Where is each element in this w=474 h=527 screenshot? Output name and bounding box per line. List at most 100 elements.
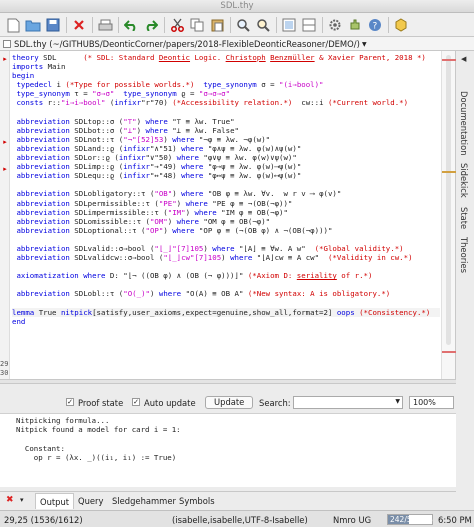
code-token: infixr (123, 143, 150, 153)
code-line[interactable]: abbreviation SDLbot::σ ("⊥") where "⊥ ≡ … (12, 126, 440, 135)
search-input[interactable]: ▼ (293, 396, 403, 409)
isabelle-icon[interactable] (392, 16, 410, 34)
code-line[interactable]: abbreviation SDLvalidcw::σ⇒bool ("⌊_⌋cw"… (12, 253, 440, 262)
tab-symbols[interactable]: Symbols (179, 496, 215, 506)
code-token: abbreviation (12, 171, 70, 181)
code-line[interactable]: abbreviation SDLnot::τ ("¬"[52]53) where… (12, 135, 440, 144)
code-line[interactable]: abbreviation SDLor::ϱ (infixr"∨"50) wher… (12, 153, 440, 162)
help-icon[interactable]: ? (366, 16, 384, 34)
code-line[interactable]: end (12, 317, 440, 326)
code-line[interactable]: abbreviation SDLoptional::τ ("OP") where… (12, 226, 440, 235)
dock-menu-icon[interactable]: ▾ (20, 496, 24, 504)
scrollbar-track[interactable] (446, 55, 451, 345)
code-line[interactable]: theory SDL (* SDL: Standard Deontic Logi… (12, 53, 440, 62)
copy-icon[interactable] (188, 16, 206, 34)
code-token: SDLpermissible::τ ( (69, 198, 159, 208)
code-line[interactable]: abbreviation SDLimp::ϱ (infixr"→"49) whe… (12, 162, 440, 171)
file-selector[interactable]: SDL.thy (~/GITHUBS/DeonticCorner/papers/… (0, 37, 474, 51)
code-token: abbreviation (12, 207, 70, 217)
code-line[interactable]: abbreviation SDLtop::σ ("⊤") where "⊤ ≡ … (12, 117, 440, 126)
code-line[interactable]: begin (12, 71, 440, 80)
print-icon[interactable] (96, 16, 114, 34)
dock-arrow-icon[interactable]: ◀ (461, 55, 466, 63)
code-line[interactable]: typedecl i (*Type for possible worlds.*)… (12, 80, 440, 89)
code-token: (*Type for possible worlds.*) (65, 80, 195, 90)
settings-icon[interactable] (326, 16, 344, 34)
tab-sidekick[interactable]: Sidekick (459, 163, 469, 198)
code-line[interactable] (12, 299, 440, 308)
code-token: Christoph (225, 53, 266, 62)
code-line[interactable]: axiomatization where D: "⌊¬ ((OB φ) ∧ (O… (12, 271, 440, 280)
fullscreen-icon[interactable] (280, 16, 298, 34)
proof-state-checkbox[interactable]: ✓ (66, 398, 74, 406)
close-icon[interactable]: ✖ (6, 495, 14, 505)
code-line[interactable]: imports Main (12, 62, 440, 71)
code-line[interactable] (12, 180, 440, 189)
new-file-icon[interactable] (4, 16, 22, 34)
code-token: imports (12, 62, 44, 72)
code-line[interactable]: abbreviation SDLobligatory::τ ("OB") whe… (12, 189, 440, 198)
tab-sledgehammer[interactable]: Sledgehammer (112, 496, 176, 506)
code-token: "φ∨ψ ≡ λw. φ(w)∨ψ(w)" (198, 153, 297, 163)
undo-icon[interactable] (122, 16, 140, 34)
paste-icon[interactable] (208, 16, 226, 34)
code-token: SDLomissible::τ ( (69, 216, 150, 226)
plugin-icon[interactable] (346, 16, 364, 34)
code-token: True (34, 307, 61, 317)
tab-output[interactable]: Output (35, 493, 75, 509)
find-replace-icon[interactable] (254, 16, 272, 34)
code-area[interactable]: theory SDL (* SDL: Standard Deontic Logi… (12, 53, 440, 326)
tab-documentation[interactable]: Documentation (459, 91, 469, 156)
code-token: abbreviation (12, 162, 70, 172)
code-token: "↔"48) (149, 171, 182, 181)
tab-state[interactable]: State (459, 207, 469, 229)
buffer-mode[interactable]: (isabelle,isabelle,UTF-8-Isabelle) (172, 515, 308, 525)
memory-indicator[interactable]: 242/517MB (387, 514, 433, 525)
code-line[interactable]: abbreviation SDLobl::τ ("O(_)") where "O… (12, 289, 440, 298)
code-line[interactable]: abbreviation SDLequ::ϱ (infixr"↔"48) whe… (12, 171, 440, 180)
code-token: type_synonym (12, 89, 70, 99)
code-line[interactable] (12, 280, 440, 289)
code-line[interactable] (12, 108, 440, 117)
cut-icon[interactable] (168, 16, 186, 34)
redo-icon[interactable] (142, 16, 160, 34)
code-line[interactable] (12, 262, 440, 271)
code-token: (*Accessibility relation.*) (172, 98, 293, 108)
code-line[interactable]: abbreviation SDLomissible::τ ("OM") wher… (12, 217, 440, 226)
code-token: ) (203, 243, 213, 253)
editor-scrollbar[interactable] (441, 51, 456, 379)
code-line[interactable]: lemma True nitpick[satisfy,user_axioms,e… (12, 307, 440, 317)
code-token: where (176, 153, 199, 163)
tab-query[interactable]: Query (78, 496, 103, 506)
editor[interactable]: ▸ ▸ ▸ 29 30 theory SDL (* SDL: Standard … (0, 51, 456, 379)
chevron-down-icon[interactable]: ▼ (362, 41, 367, 48)
code-token: where (181, 143, 204, 153)
code-token: (*Global validity.*) (314, 243, 404, 253)
save-icon[interactable] (44, 16, 62, 34)
update-button[interactable]: Update (205, 396, 254, 409)
tab-theories[interactable]: Theories (459, 237, 469, 273)
code-token: oops (336, 307, 355, 317)
code-token: where (83, 271, 106, 281)
code-line[interactable]: abbreviation SDLand::ϱ (infixr"∧"51) whe… (12, 144, 440, 153)
code-line[interactable] (12, 235, 440, 244)
code-line[interactable]: abbreviation SDLpermissible::τ ("PE") wh… (12, 199, 440, 208)
split-icon[interactable] (300, 16, 318, 34)
code-line[interactable]: abbreviation SDLimpermissible::τ ("IM") … (12, 208, 440, 217)
auto-update-checkbox[interactable]: ✓ (132, 398, 140, 406)
output-panel[interactable]: Nitpicking formula... Nitpick found a mod… (0, 414, 456, 487)
find-icon[interactable] (234, 16, 252, 34)
code-token: & Xavier Parent, 2018 *) (314, 53, 426, 62)
close-icon[interactable] (70, 16, 88, 34)
zoom-select[interactable]: 100% (409, 396, 454, 409)
code-line[interactable]: type_synonym τ = "σ⇒σ" type_synonym ϱ = … (12, 89, 440, 98)
chevron-down-icon[interactable]: ▼ (395, 398, 400, 405)
code-line[interactable]: abbreviation SDLvalid::σ⇒bool ("⌊_⌋"[7]1… (12, 244, 440, 253)
code-token: SDLoptional::τ ( (69, 225, 146, 235)
code-line[interactable]: consts r::"i⇒i⇒bool" (infixr"r"70) (*Acc… (12, 98, 440, 107)
code-token: SDLobligatory::τ ( (69, 189, 155, 199)
code-token: where (172, 134, 195, 144)
open-folder-icon[interactable] (24, 16, 42, 34)
code-token: abbreviation (12, 153, 70, 163)
